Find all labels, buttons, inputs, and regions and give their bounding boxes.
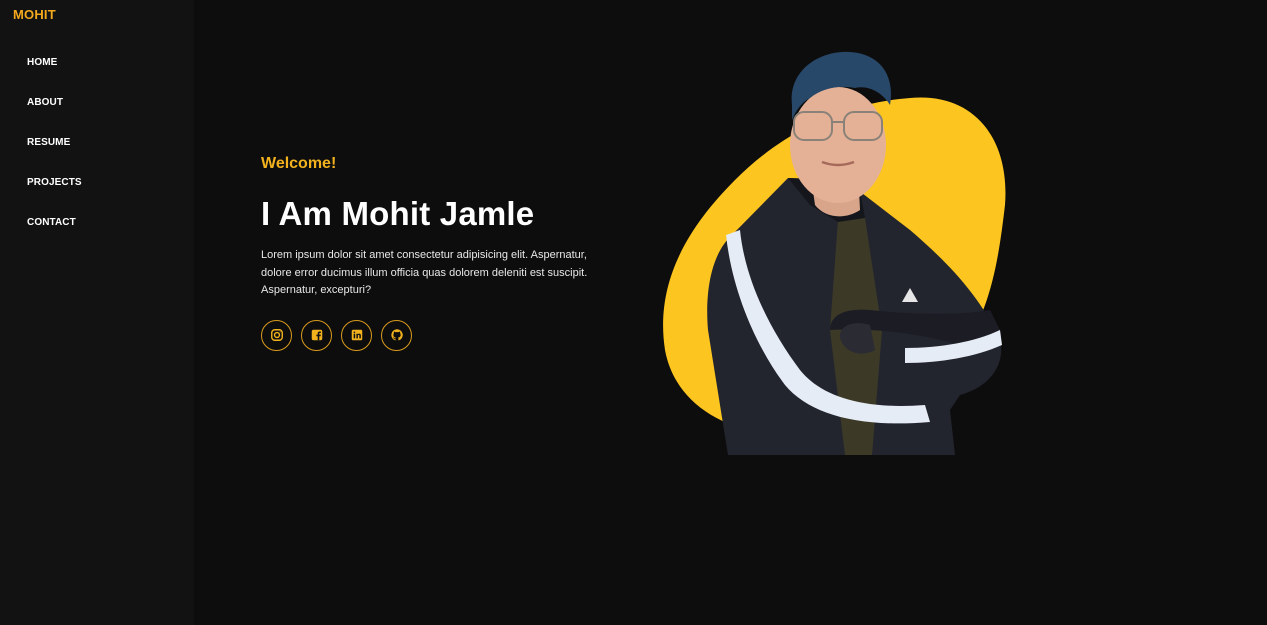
nav-link-resume[interactable]: RESUME xyxy=(27,136,70,149)
nav-link-projects[interactable]: PROJECTS xyxy=(27,176,82,189)
hero-section: Welcome! I Am Mohit Jamle Lorem ipsum do… xyxy=(261,154,601,351)
face xyxy=(790,87,886,203)
hero-title: I Am Mohit Jamle xyxy=(261,195,535,232)
github-link[interactable] xyxy=(381,319,412,351)
nav-link-home[interactable]: HOME xyxy=(27,56,57,69)
profile-portrait xyxy=(660,30,1010,455)
welcome-heading: Welcome! xyxy=(261,155,337,172)
sidebar-item-about: ABOUT xyxy=(27,92,82,132)
nav-link-contact[interactable]: CONTACT xyxy=(27,216,76,229)
linkedin-link[interactable] xyxy=(341,319,372,351)
instagram-icon xyxy=(270,329,283,341)
instagram-link[interactable] xyxy=(261,319,292,351)
portrait-illustration xyxy=(663,51,1006,455)
sidebar-item-home: HOME xyxy=(27,52,82,92)
sidebar: MOHIT HOME ABOUT RESUME PROJECTS CONTACT xyxy=(0,0,194,625)
sidebar-nav: HOME ABOUT RESUME PROJECTS CONTACT xyxy=(27,52,82,252)
sidebar-item-resume: RESUME xyxy=(27,132,82,172)
sidebar-item-projects: PROJECTS xyxy=(27,172,82,212)
github-icon xyxy=(390,329,403,341)
brand-logo-text[interactable]: MOHIT xyxy=(13,7,56,22)
facebook-link[interactable] xyxy=(301,319,332,351)
facebook-icon xyxy=(311,329,322,341)
social-links xyxy=(261,319,601,351)
page: MOHIT HOME ABOUT RESUME PROJECTS CONTACT… xyxy=(0,0,1267,625)
nav-link-about[interactable]: ABOUT xyxy=(27,96,63,109)
sidebar-item-contact: CONTACT xyxy=(27,212,82,252)
linkedin-icon xyxy=(351,329,362,341)
hero-description: Lorem ipsum dolor sit amet consectetur a… xyxy=(261,249,588,296)
